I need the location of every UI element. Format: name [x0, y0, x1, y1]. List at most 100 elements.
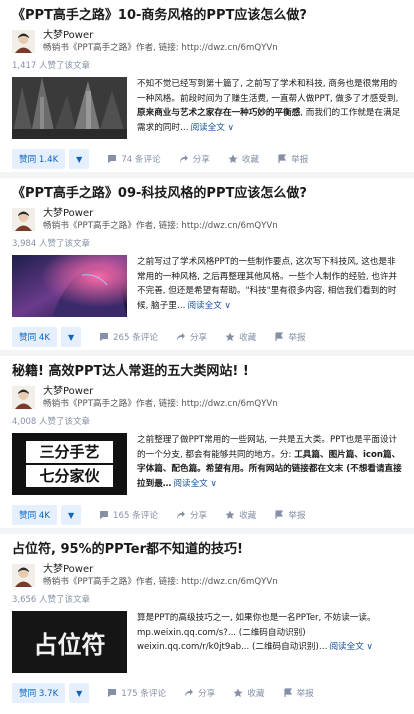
favorite-button[interactable]: 收藏 — [233, 687, 265, 699]
downvote-button[interactable]: ▼ — [61, 505, 82, 525]
share-label: 分享 — [198, 689, 216, 699]
read-more-link[interactable]: 阅读全文 ∨ — [187, 301, 230, 311]
flag-icon — [275, 332, 284, 341]
action-bar: 赞同 1.4K ▼ 74 条评论 分享 收藏 举报 — [12, 149, 402, 169]
article-title[interactable]: 秘籍! 高效PPT达人常逛的五大类网站! ! — [12, 356, 402, 382]
comments-button[interactable]: 74 条评论 — [107, 153, 161, 165]
chevron-down-icon: ▼ — [67, 332, 75, 342]
article-title[interactable]: 《PPT高手之路》09-科技风格的PPT应该怎么做? — [12, 178, 402, 204]
downvote-button[interactable]: ▼ — [69, 683, 90, 703]
upvote-button[interactable]: 赞同 3.7K — [12, 683, 66, 703]
comments-label: 175 条评论 — [121, 689, 167, 699]
favorite-button[interactable]: 收藏 — [228, 153, 259, 165]
author-name[interactable]: 大梦Power — [43, 30, 278, 42]
report-label: 举报 — [296, 689, 314, 699]
share-icon — [185, 689, 194, 697]
article-thumbnail[interactable] — [12, 77, 127, 139]
likes-count: 3,984 人赞了该文章 — [12, 239, 91, 249]
article-excerpt: 算是PPT的高级技巧之一, 如果你也是一名PPTer, 不妨读一读。mp.wei… — [137, 613, 376, 653]
avatar[interactable] — [12, 208, 35, 231]
article-thumbnail[interactable] — [12, 255, 127, 317]
upvote-label: 赞同 4K — [19, 511, 51, 521]
favorite-label: 收藏 — [247, 689, 265, 699]
upvote-button[interactable]: 赞同 4K — [12, 327, 58, 347]
chevron-down-icon: ▼ — [76, 154, 83, 164]
avatar[interactable] — [12, 564, 35, 587]
author-bio: 畅销书《PPT高手之路》作者, 链接: http://dwz.cn/6mQYVn — [43, 399, 278, 409]
upvote-label: 赞同 4K — [19, 333, 51, 343]
article-card: 占位符, 95%的PPTer都不知道的技巧! 大梦Power 畅销书《PPT高手… — [0, 534, 414, 712]
share-button[interactable]: 分享 — [179, 153, 210, 165]
author-bio: 畅销书《PPT高手之路》作者, 链接: http://dwz.cn/6mQYVn — [43, 577, 278, 587]
likes-count: 4,008 人赞了该文章 — [12, 417, 91, 427]
thumbnail-text-line2: 七分家伙 — [39, 467, 100, 485]
article-thumbnail[interactable]: 三分手艺 七分家伙 — [12, 433, 127, 495]
chevron-down-icon: ▼ — [76, 688, 83, 698]
article-excerpt: 之前写过了学术风格PPT的一些制作要点, 这次写下科技风, 这也是非常用的一种风… — [137, 257, 398, 311]
share-label: 分享 — [189, 511, 208, 521]
avatar[interactable] — [12, 386, 35, 409]
comments-label: 265 条评论 — [113, 333, 158, 343]
upvote-button[interactable]: 赞同 1.4K — [12, 149, 66, 169]
report-label: 举报 — [291, 155, 309, 165]
article-feed: 《PPT高手之路》10-商务风格的PPT应该怎么做? 大梦Power 畅销书《P… — [0, 0, 414, 712]
likes-count: 1,417 人赞了该文章 — [12, 61, 91, 71]
flag-icon — [283, 688, 292, 697]
avatar[interactable] — [12, 30, 35, 53]
report-label: 举报 — [288, 333, 306, 343]
author-name[interactable]: 大梦Power — [43, 208, 278, 220]
comments-label: 74 条评论 — [121, 155, 161, 165]
thumbnail-text: 占位符 — [34, 630, 106, 659]
author-row: 大梦Power 畅销书《PPT高手之路》作者, 链接: http://dwz.c… — [12, 30, 402, 56]
article-card: 《PPT高手之路》10-商务风格的PPT应该怎么做? 大梦Power 畅销书《P… — [0, 0, 414, 178]
read-more-link[interactable]: 阅读全文 ∨ — [173, 479, 216, 489]
favorite-button[interactable]: 收藏 — [225, 331, 256, 343]
flag-icon — [278, 154, 287, 163]
author-row: 大梦Power 畅销书《PPT高手之路》作者, 链接: http://dwz.c… — [12, 386, 402, 412]
article-card: 秘籍! 高效PPT达人常逛的五大类网站! ! 大梦Power 畅销书《PPT高手… — [0, 356, 414, 534]
share-button[interactable]: 分享 — [184, 687, 215, 699]
favorite-label: 收藏 — [239, 333, 257, 343]
report-button[interactable]: 举报 — [274, 509, 306, 521]
author-row: 大梦Power 畅销书《PPT高手之路》作者, 链接: http://dwz.c… — [12, 208, 402, 234]
article-card: 《PPT高手之路》09-科技风格的PPT应该怎么做? 大梦Power 畅销书《P… — [0, 178, 414, 356]
author-name[interactable]: 大梦Power — [43, 386, 278, 398]
upvote-label: 赞同 1.4K — [19, 155, 59, 165]
comments-button[interactable]: 175 条评论 — [107, 687, 166, 699]
report-button[interactable]: 举报 — [274, 331, 306, 343]
comment-icon — [108, 689, 117, 697]
share-label: 分享 — [189, 333, 208, 343]
star-icon — [228, 154, 238, 163]
action-bar: 赞同 4K ▼ 165 条评论 分享 收藏 举报 — [12, 505, 402, 525]
favorite-label: 收藏 — [239, 511, 257, 521]
downvote-button[interactable]: ▼ — [69, 149, 90, 169]
share-button[interactable]: 分享 — [176, 331, 207, 343]
favorite-button[interactable]: 收藏 — [225, 509, 256, 521]
author-row: 大梦Power 畅销书《PPT高手之路》作者, 链接: http://dwz.c… — [12, 564, 402, 590]
report-button[interactable]: 举报 — [283, 687, 314, 699]
share-icon — [176, 511, 185, 519]
thumbnail-text-line1: 三分手艺 — [39, 443, 99, 461]
report-label: 举报 — [288, 511, 306, 521]
likes-count: 3,656 人赞了该文章 — [12, 595, 91, 605]
comments-button[interactable]: 265 条评论 — [99, 331, 158, 343]
comment-icon — [100, 333, 109, 341]
favorite-label: 收藏 — [241, 155, 260, 165]
comments-button[interactable]: 165 条评论 — [99, 509, 158, 521]
article-title[interactable]: 占位符, 95%的PPTer都不知道的技巧! — [12, 534, 402, 560]
article-thumbnail[interactable]: 占位符 — [12, 611, 127, 673]
article-excerpt: 不知不觉已经写到第十篇了, 之前写了学术和科技, 商务也是很常用的一种风格。前段… — [137, 79, 401, 133]
comment-icon — [100, 511, 109, 519]
upvote-label: 赞同 3.7K — [19, 689, 59, 699]
author-bio: 畅销书《PPT高手之路》作者, 链接: http://dwz.cn/6mQYVn — [43, 221, 278, 231]
read-more-link[interactable]: 阅读全文 ∨ — [191, 123, 234, 133]
upvote-button[interactable]: 赞同 4K — [12, 505, 58, 525]
article-title[interactable]: 《PPT高手之路》10-商务风格的PPT应该怎么做? — [12, 0, 402, 26]
action-bar: 赞同 4K ▼ 265 条评论 分享 收藏 举报 — [12, 327, 402, 347]
author-name[interactable]: 大梦Power — [43, 564, 278, 576]
comments-label: 165 条评论 — [113, 511, 158, 521]
share-button[interactable]: 分享 — [176, 509, 207, 521]
downvote-button[interactable]: ▼ — [61, 327, 82, 347]
report-button[interactable]: 举报 — [277, 153, 308, 165]
read-more-link[interactable]: 阅读全文 ∨ — [329, 642, 372, 652]
